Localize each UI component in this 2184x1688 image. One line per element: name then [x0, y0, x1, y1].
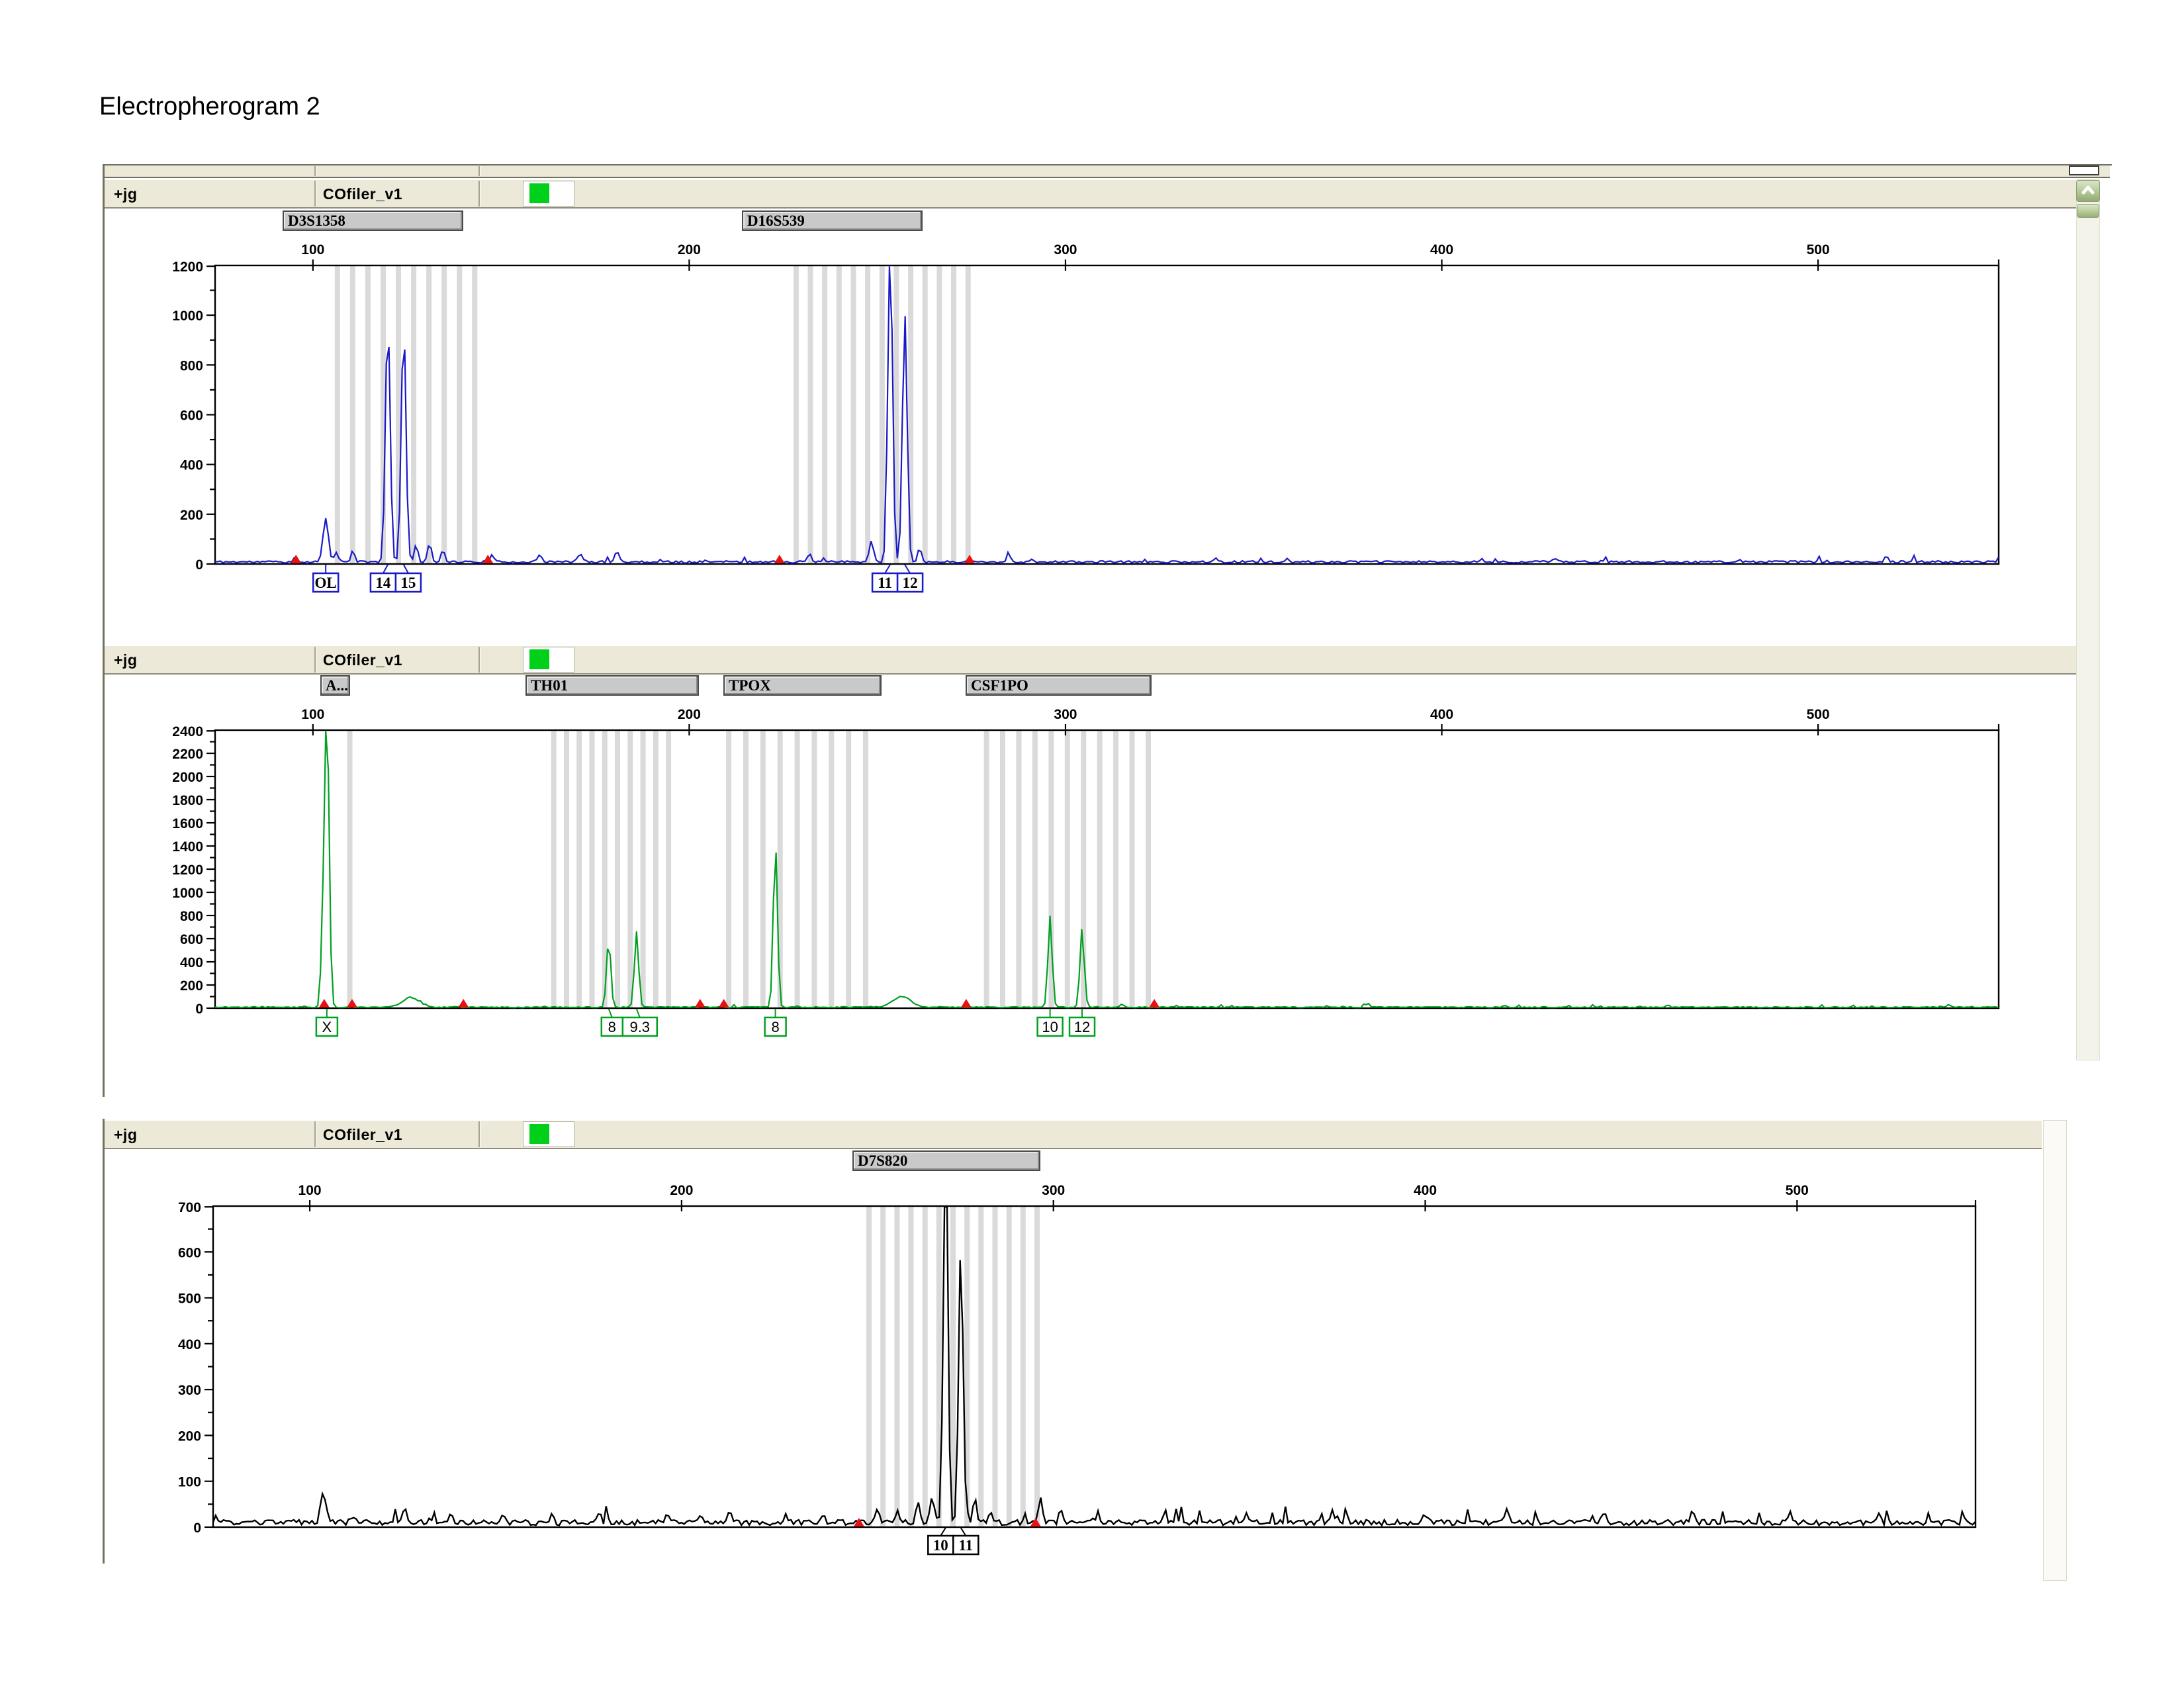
- panel-3-chart: 1002003004005000100200300400500600700101…: [178, 1183, 1976, 1554]
- chevron-up-icon: [2077, 181, 2099, 201]
- y-tick-label: 100: [178, 1475, 201, 1490]
- red-triangle-marker: [1030, 1518, 1041, 1526]
- y-tick-label: 700: [178, 1200, 201, 1215]
- green-status-indicator: [529, 649, 549, 669]
- panel-name-label: COfiler_v1: [323, 185, 402, 203]
- bin-bar: [1007, 1207, 1012, 1526]
- allele-call-value: 11: [958, 1537, 973, 1554]
- locus-label-D7S820: D7S820: [852, 1150, 1040, 1171]
- y-tick-label: 200: [178, 1429, 201, 1444]
- allele-leader-line: [940, 1528, 945, 1536]
- status-indicator-box[interactable]: [523, 647, 574, 673]
- red-triangle-marker: [854, 1518, 864, 1526]
- sample-name-label: +jg: [114, 1126, 137, 1144]
- scrollbar-up-button[interactable]: [2076, 180, 2100, 202]
- x-tick-label: 300: [1042, 1183, 1065, 1198]
- bin-bar: [880, 1207, 886, 1526]
- cell-divider: [478, 181, 480, 207]
- locus-label-D3S1358: D3S1358: [283, 211, 463, 231]
- bin-bar: [1021, 1207, 1026, 1526]
- x-tick-label: 400: [1414, 1183, 1437, 1198]
- bin-bar: [978, 1207, 983, 1526]
- y-tick-label: 300: [178, 1383, 201, 1398]
- vertical-scrollbar-track-bottom[interactable]: [2043, 1120, 2067, 1581]
- allele-call-box[interactable]: [928, 1536, 953, 1554]
- bin-bar: [964, 1207, 970, 1526]
- green-status-indicator: [529, 1124, 549, 1144]
- status-indicator-box[interactable]: [523, 181, 574, 207]
- locus-label-D16S539: D16S539: [742, 211, 923, 231]
- range-markers: [854, 1518, 1041, 1526]
- allele-labels: 10 11: [928, 1528, 978, 1554]
- bin-bar: [1034, 1207, 1040, 1526]
- cell-divider: [314, 181, 316, 207]
- panel-1-header-row[interactable]: +jg COfiler_v1: [105, 179, 2076, 209]
- vertical-scrollbar-track[interactable]: [2076, 179, 2100, 1060]
- status-indicator-box[interactable]: [523, 1121, 574, 1147]
- green-status-indicator: [529, 183, 549, 203]
- allele-call-value: 10: [933, 1537, 948, 1554]
- sample-name-label: +jg: [114, 651, 137, 669]
- plot-border: [213, 1206, 1976, 1527]
- cell-divider: [314, 166, 316, 176]
- bin-bar: [866, 1207, 872, 1526]
- allele-leader-line: [961, 1528, 966, 1536]
- sample-name-label: +jg: [114, 185, 137, 203]
- bin-bar: [909, 1207, 914, 1526]
- plot-container-top: [103, 164, 2112, 1097]
- cell-divider: [478, 647, 480, 673]
- page-title: Electropherogram 2: [99, 93, 320, 121]
- y-axis: 0 100 200 300 400 500 600 700: [178, 1200, 213, 1536]
- y-tick-label: 500: [178, 1291, 201, 1307]
- clipped-scroll-corner: [2069, 165, 2099, 175]
- x-tick-label: 200: [670, 1183, 693, 1198]
- allele-bin-bars: [866, 1207, 1040, 1526]
- x-tick-label: 100: [298, 1183, 322, 1198]
- y-tick-label: 400: [178, 1337, 201, 1352]
- clipped-row-above: [105, 165, 2110, 178]
- x-tick-label: 500: [1786, 1183, 1809, 1198]
- cell-divider: [314, 1121, 316, 1147]
- panel-3-header-row[interactable]: +jg COfiler_v1: [105, 1120, 2042, 1149]
- bin-bar: [894, 1207, 899, 1526]
- locus-label-CSF1PO: CSF1PO: [966, 675, 1152, 696]
- allele-call-box[interactable]: [953, 1536, 978, 1554]
- panel-name-label: COfiler_v1: [323, 651, 402, 669]
- panel-name-label: COfiler_v1: [323, 1126, 402, 1144]
- locus-label-A: A...: [320, 675, 350, 696]
- bin-bar: [936, 1207, 942, 1526]
- cell-divider: [478, 166, 480, 176]
- cell-divider: [314, 647, 316, 673]
- electropherogram-trace: [213, 1207, 1975, 1525]
- bin-bar: [923, 1207, 928, 1526]
- plot-container-bottom-border: [103, 1119, 105, 1564]
- scrollbar-thumb[interactable]: [2077, 204, 2099, 218]
- x-axis: 100 200 300 400 500: [298, 1183, 1976, 1211]
- locus-label-TPOX: TPOX: [723, 675, 882, 696]
- locus-label-TH01: TH01: [525, 675, 699, 696]
- bin-bar: [993, 1207, 998, 1526]
- y-tick-label: 0: [193, 1521, 201, 1536]
- bin-bar: [950, 1207, 956, 1526]
- panel-2-header-row[interactable]: +jg COfiler_v1: [105, 645, 2076, 675]
- genotyper-window: Electropherogram 2 +jg COfiler_v1 +jg CO…: [0, 0, 2184, 1688]
- y-tick-label: 600: [178, 1245, 201, 1260]
- cell-divider: [478, 1121, 480, 1147]
